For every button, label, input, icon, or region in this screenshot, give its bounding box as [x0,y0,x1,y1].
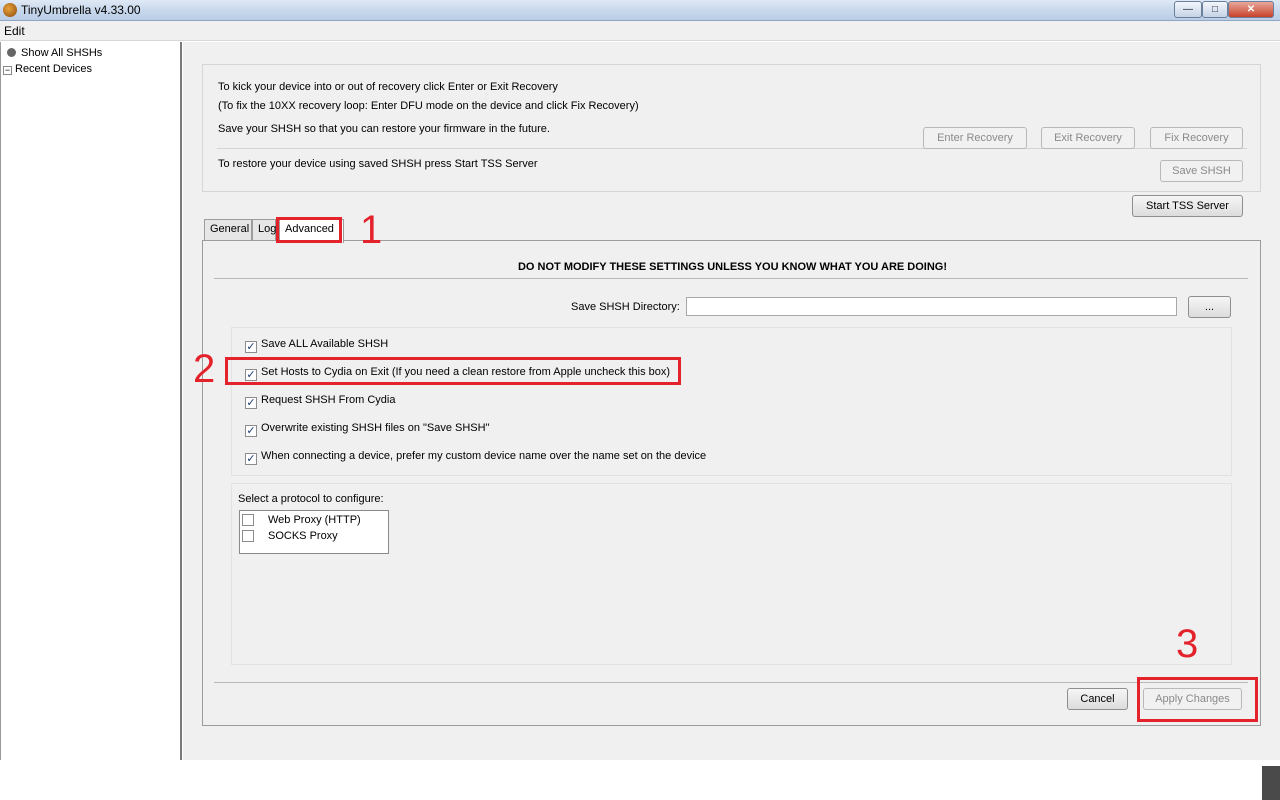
close-button[interactable]: ✕ [1228,1,1274,18]
protocol-web-proxy[interactable]: Web Proxy (HTTP) [242,514,361,528]
device-tree: Show All SHSHs − Recent Devices [0,42,182,760]
exit-recovery-button[interactable]: Exit Recovery [1041,127,1135,149]
annotation-box-1 [276,217,342,243]
checkbox[interactable]: ✓ [245,397,257,409]
options-group: ✓ Save ALL Available SHSH ✓ Set Hosts to C… [231,327,1232,476]
enter-recovery-button[interactable]: Enter Recovery [923,127,1027,149]
save-shsh-instruction: Save your SHSH so that you can restore y… [218,123,550,135]
option-prefer-custom-name[interactable]: ✓ When connecting a device, prefer my cus… [245,450,707,465]
protocol-label: Select a protocol to configure: [238,493,384,505]
main-panel: To kick your device into or out of recov… [183,42,1280,760]
fix-recovery-instruction: (To fix the 10XX recovery loop: Enter DF… [218,100,639,112]
checkbox[interactable]: ✓ [245,453,257,465]
option-request-shsh-cydia[interactable]: ✓ Request SHSH From Cydia [245,394,396,409]
shsh-directory-label: Save SHSH Directory: [571,301,680,313]
option-label: Request SHSH From Cydia [261,394,396,406]
tree-item-label: Recent Devices [15,63,93,75]
maximize-button[interactable]: □ [1202,1,1228,18]
annotation-number-2: 2 [193,347,216,391]
tab-log[interactable]: Log [252,219,276,240]
tree-item-show-all-shsh[interactable]: Show All SHSHs [7,46,102,60]
taskbar-edge [1262,766,1280,800]
protocol-list: Web Proxy (HTTP) SOCKS Proxy [239,510,389,554]
browse-button[interactable]: ... [1188,296,1231,318]
protocol-socks-proxy[interactable]: SOCKS Proxy [242,530,338,544]
option-overwrite-shsh[interactable]: ✓ Overwrite existing SHSH files on "Save … [245,422,490,437]
fix-recovery-button[interactable]: Fix Recovery [1150,127,1243,149]
annotation-number-3: 3 [1176,622,1199,666]
protocol-group: Select a protocol to configure: Web Prox… [231,483,1232,665]
annotation-box-3 [1137,677,1258,722]
annotation-box-2 [225,357,681,385]
checkbox[interactable] [242,514,254,526]
recovery-instruction: To kick your device into or out of recov… [218,81,558,93]
warning-heading: DO NOT MODIFY THESE SETTINGS UNLESS YOU … [517,261,948,273]
shsh-directory-input[interactable] [686,297,1177,316]
protocol-item-label: SOCKS Proxy [268,530,338,542]
option-label: Overwrite existing SHSH files on "Save S… [261,422,490,434]
save-shsh-button[interactable]: Save SHSH [1160,160,1243,182]
divider [214,682,1248,683]
tree-item-recent-devices[interactable]: − Recent Devices [3,62,92,76]
minimize-button[interactable]: — [1174,1,1202,18]
tree-item-label: Show All SHSHs [21,47,103,59]
recovery-panel: To kick your device into or out of recov… [202,64,1261,217]
protocol-item-label: Web Proxy (HTTP) [268,514,361,526]
app-icon [3,3,17,17]
annotation-number-1: 1 [360,208,383,252]
checkbox[interactable]: ✓ [245,341,257,353]
checkbox[interactable]: ✓ [245,425,257,437]
menu-edit[interactable]: Edit [4,24,25,38]
tab-general[interactable]: General [204,219,252,240]
option-save-all-shsh[interactable]: ✓ Save ALL Available SHSH [245,338,389,353]
option-label: Save ALL Available SHSH [261,338,389,350]
advanced-tab-panel: DO NOT MODIFY THESE SETTINGS UNLESS YOU … [202,240,1261,726]
collapse-box-icon[interactable]: − [3,66,12,75]
start-tss-server-button[interactable]: Start TSS Server [1132,195,1243,217]
window-title: TinyUmbrella v4.33.00 [21,3,141,17]
cancel-button[interactable]: Cancel [1067,688,1128,710]
tss-instruction: To restore your device using saved SHSH … [218,158,538,170]
device-dot-icon [7,48,16,57]
menu-bar: Edit [0,21,1280,41]
divider [214,278,1248,279]
option-label: When connecting a device, prefer my cust… [261,450,707,462]
title-bar: TinyUmbrella v4.33.00 — □ ✕ [0,0,1280,21]
checkbox[interactable] [242,530,254,542]
